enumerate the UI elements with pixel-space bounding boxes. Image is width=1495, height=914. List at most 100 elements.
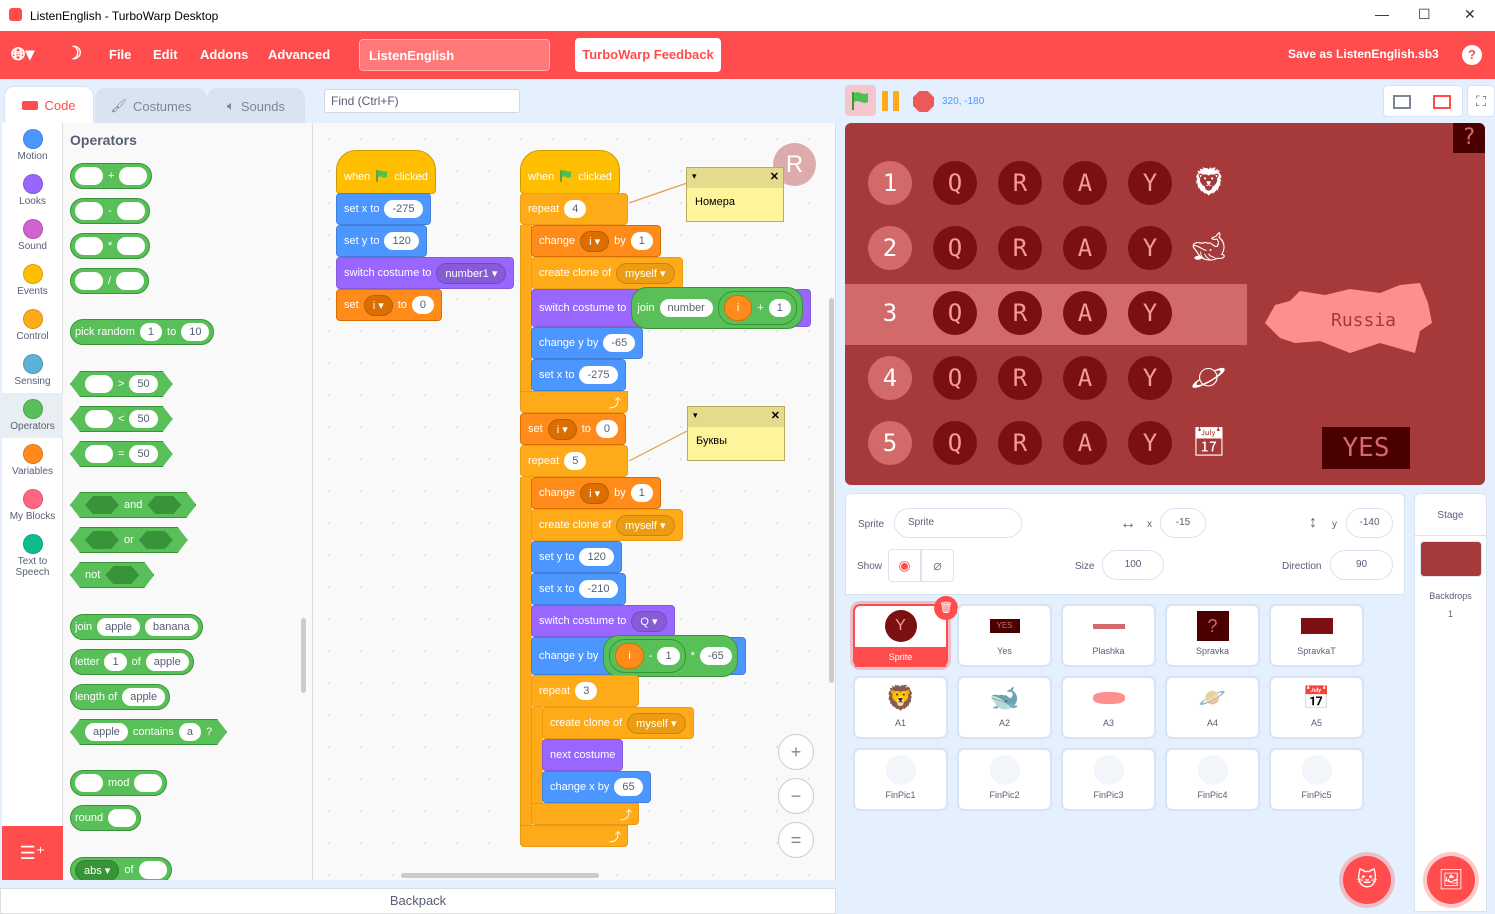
letter-option[interactable]: Q (933, 161, 977, 205)
letter-option[interactable]: R (998, 291, 1042, 335)
dropdown[interactable]: Q ▾ (631, 610, 667, 632)
category-sensing[interactable]: Sensing (2, 348, 63, 393)
add-extension-button[interactable]: ☰⁺ (2, 826, 63, 880)
block-events[interactable]: when clicked (520, 150, 620, 194)
delete-sprite-icon[interactable]: 🗑︎ (934, 596, 958, 620)
help-sprite[interactable]: ? (1453, 123, 1485, 153)
empty-input[interactable] (85, 410, 113, 428)
letter-option[interactable]: Q (933, 356, 977, 400)
operator-reporter[interactable]: i-1 (609, 639, 686, 673)
sprite-tile[interactable]: SpravkaT (1269, 604, 1364, 667)
number-input[interactable]: 1 (657, 647, 680, 665)
block-motion[interactable]: change y by i -1 * -65 (531, 635, 746, 677)
category-events[interactable]: Events (2, 258, 63, 303)
palette-block[interactable]: <50 (70, 406, 173, 432)
sprite-tile[interactable]: ? Spravka (1165, 604, 1260, 667)
operator-reporter[interactable]: join number i +1 (631, 287, 803, 329)
sprite-tile[interactable]: 🐋 A2 (957, 676, 1052, 739)
project-title-input[interactable]: ListenEnglish (359, 39, 550, 71)
sprite-tile[interactable]: FinPic4 (1165, 748, 1260, 811)
dropdown[interactable]: myself ▾ (616, 514, 675, 536)
letter-option[interactable]: A (1063, 421, 1107, 465)
sprite-tile[interactable]: FinPic5 (1269, 748, 1364, 811)
backpack[interactable]: Backpack (0, 888, 836, 914)
block-control[interactable]: repeat 3 (531, 675, 639, 707)
empty-input[interactable] (116, 272, 145, 290)
empty-input[interactable] (75, 167, 103, 185)
number-input[interactable]: 50 (129, 375, 157, 393)
tab-costumes[interactable]: 🖌︎ Costumes (95, 88, 207, 123)
whale-icon[interactable]: 🐋︎ (1191, 230, 1227, 263)
comment-text[interactable]: Номера (687, 188, 783, 216)
tab-sounds[interactable]: 🔈︎ Sounds (207, 88, 305, 123)
menu-addons[interactable]: Addons (200, 47, 248, 62)
block-control[interactable]: create clone of myself ▾ (542, 707, 694, 739)
empty-input[interactable] (119, 167, 148, 185)
number-input[interactable]: 50 (129, 445, 157, 463)
block-motion[interactable]: set x to -275 (336, 193, 431, 225)
sprite-tile[interactable]: FinPic1 (853, 748, 948, 811)
palette-block[interactable]: pick random 1 to 10 (70, 319, 215, 345)
palette-block[interactable]: and (70, 492, 196, 518)
block-control[interactable]: repeat 4 (520, 193, 628, 225)
row-number[interactable]: 5 (868, 421, 912, 465)
workspace-vscrollbar[interactable] (829, 298, 834, 683)
letter-option[interactable]: Q (933, 421, 977, 465)
dropdown[interactable]: abs ▾ (75, 859, 120, 880)
block-variables[interactable]: change i ▾ by 1 (531, 477, 661, 509)
row-number[interactable]: 1 (868, 161, 912, 205)
letter-option[interactable]: A (1063, 226, 1107, 270)
number-input[interactable]: 1 (630, 232, 653, 250)
number-input[interactable]: number (659, 299, 713, 317)
hide-eye-icon[interactable]: ⌀ (921, 549, 954, 582)
block-control[interactable]: create clone of myself ▾ (531, 257, 683, 289)
number-input[interactable]: 4 (564, 200, 587, 218)
number-input[interactable]: apple (97, 618, 141, 636)
close-icon[interactable]: ✕ (770, 170, 779, 183)
palette-block[interactable]: abs ▾ of (70, 857, 172, 880)
large-stage-icon[interactable] (1433, 95, 1451, 109)
category-variables[interactable]: Variables (2, 438, 63, 483)
letter-option[interactable]: A (1063, 291, 1107, 335)
number-input[interactable]: 1 (139, 323, 163, 341)
comment-note[interactable]: ▾ ✕ Буквы (687, 406, 785, 461)
dropdown[interactable]: i ▾ (580, 482, 610, 504)
palette-block[interactable]: >50 (70, 371, 173, 397)
tab-code[interactable]: Code (4, 86, 94, 123)
sprite-tile[interactable]: A3 (1061, 676, 1156, 739)
stage-canvas[interactable]: ? Russia YES 1 Q R A Y 🦁︎ 2 Q R A Y 🐋︎ 3 Q R A Y 4 Q R A Y 🪐︎ 5… (845, 123, 1485, 485)
comment-text[interactable]: Буквы (688, 427, 784, 455)
number-input[interactable]: 5 (564, 452, 587, 470)
block-control[interactable]: create clone of myself ▾ (531, 509, 683, 541)
letter-option[interactable]: R (998, 226, 1042, 270)
dropdown[interactable]: myself ▾ (616, 262, 675, 284)
block-motion[interactable]: change x by 65 (542, 771, 651, 803)
operator-reporter[interactable]: i +1 (717, 291, 797, 325)
palette-block[interactable]: * (70, 233, 151, 259)
category-motion[interactable]: Motion (2, 123, 63, 168)
number-input[interactable]: 50 (129, 410, 157, 428)
block-variables[interactable]: set i ▾ to 0 (336, 289, 443, 321)
zoom-out-button[interactable]: − (778, 778, 814, 814)
row-number[interactable]: 3 (868, 291, 912, 335)
empty-input[interactable] (75, 272, 103, 290)
block-motion[interactable]: set x to -275 (531, 359, 626, 391)
category-control[interactable]: Control (2, 303, 63, 348)
letter-option[interactable]: Q (933, 291, 977, 335)
sprite-name-input[interactable]: Sprite (894, 508, 1022, 538)
sprite-tile[interactable]: 🦁 A1 (853, 676, 948, 739)
empty-input[interactable] (85, 375, 113, 393)
letter-option[interactable]: Y (1128, 356, 1172, 400)
number-input[interactable]: 1 (104, 653, 127, 671)
palette-block[interactable]: letter 1 of apple (70, 649, 194, 675)
pause-button[interactable] (882, 91, 900, 111)
category-sound[interactable]: Sound (2, 213, 63, 258)
yes-button[interactable]: YES (1322, 427, 1410, 469)
palette-block[interactable]: mod (70, 770, 168, 796)
row-number[interactable]: 2 (868, 226, 912, 270)
menu-file[interactable]: File (109, 47, 131, 62)
show-visible-icon[interactable]: ◉ (888, 549, 921, 582)
number-input[interactable]: 1 (768, 299, 791, 317)
add-backdrop-button[interactable]: 🖼︎ (1427, 856, 1475, 904)
operator-reporter[interactable]: i -1 * -65 (603, 635, 738, 677)
